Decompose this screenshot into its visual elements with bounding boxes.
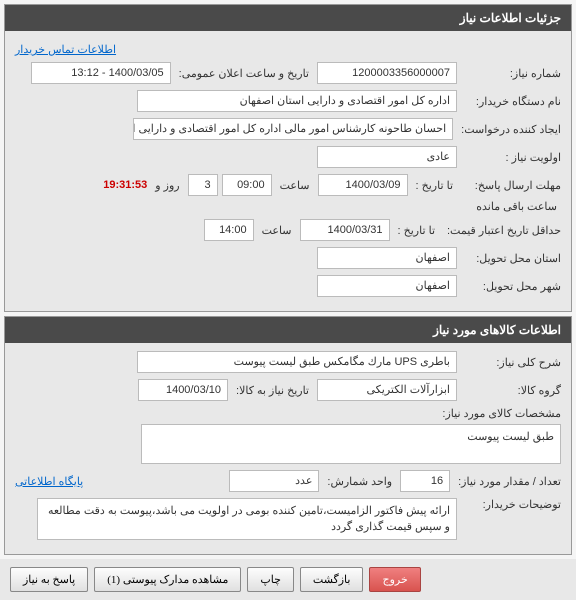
price-validity-to-label: تا تاریخ :: [394, 224, 439, 237]
qty-label: تعداد / مقدار مورد نیاز:: [454, 475, 561, 488]
delivery-city-value: اصفهان: [317, 275, 457, 297]
price-validity-label: حداقل تاریخ اعتبار قیمت:: [443, 224, 561, 237]
item-spec-label: مشخصات کالای مورد نیاز:: [438, 407, 561, 420]
item-details-panel: اطلاعات کالاهای مورد نیاز شرح کلی نیاز: …: [4, 316, 572, 555]
panel2-header: اطلاعات کالاهای مورد نیاز: [5, 317, 571, 343]
priority-value: عادی: [317, 146, 457, 168]
panel1-header: جزئیات اطلاعات نیاز: [5, 5, 571, 31]
view-attachments-button[interactable]: مشاهده مدارک پیوستی (1): [94, 567, 241, 592]
contact-buyer-link[interactable]: اطلاعات تماس خریدار: [15, 44, 116, 56]
delivery-city-label: شهر محل تحویل:: [461, 280, 561, 293]
need-number-value: 1200003356000007: [317, 62, 457, 84]
to-date-label: تا تاریخ :: [412, 179, 457, 192]
creator-label: ایجاد کننده درخواست:: [457, 123, 561, 136]
unit-label: واحد شمارش:: [323, 475, 396, 488]
countdown-timer: 19:31:53: [103, 179, 147, 191]
item-group-value: ابزارآلات الکتریکی: [317, 379, 457, 401]
item-spec-value: طبق لیست پیوست: [141, 424, 561, 464]
days-value: 3: [188, 174, 218, 196]
days-label: روز و: [151, 179, 183, 192]
qty-value: 16: [400, 470, 450, 492]
buyer-notes-value: ارائه پیش فاکتور الزامیست،تامین کننده بو…: [37, 498, 457, 540]
price-validity-date-value: 1400/03/31: [300, 219, 390, 241]
priority-label: اولویت نیاز :: [461, 151, 561, 164]
reference-db-link[interactable]: پایگاه اطلاعاتی: [15, 475, 83, 488]
unit-value: عدد: [229, 470, 319, 492]
action-bar: پاسخ به نیاز مشاهده مدارک پیوستی (1) چاپ…: [0, 559, 576, 600]
creator-value: احسان طاحونه کارشناس امور مالی اداره کل …: [133, 118, 453, 140]
panel1-body: اطلاعات تماس خریدار شماره نیاز: 12000033…: [5, 31, 571, 311]
response-date-value: 1400/03/09: [318, 174, 408, 196]
time-label-2: ساعت: [258, 224, 296, 237]
exit-button[interactable]: خروج: [369, 567, 420, 592]
response-deadline-label: مهلت ارسال پاسخ:: [461, 179, 561, 192]
respond-button[interactable]: پاسخ به نیاز: [10, 567, 88, 592]
announce-date-value: 1400/03/05 - 13:12: [31, 62, 171, 84]
remaining-label: ساعت باقی مانده: [472, 200, 561, 213]
price-validity-time-value: 14:00: [204, 219, 254, 241]
buyer-org-value: اداره کل امور اقتصادی و دارایی استان اصف…: [137, 90, 457, 112]
buyer-notes-label: توضیحات خریدار:: [461, 498, 561, 511]
item-desc-value: باطری UPS مارك مگامکس طبق لیست پیوست: [137, 351, 457, 373]
item-group-label: گروه کالا:: [461, 384, 561, 397]
response-time-value: 09:00: [222, 174, 272, 196]
panel2-body: شرح کلی نیاز: باطری UPS مارك مگامکس طبق …: [5, 343, 571, 554]
buyer-org-label: نام دستگاه خریدار:: [461, 95, 561, 108]
print-button[interactable]: چاپ: [247, 567, 294, 592]
back-button[interactable]: بازگشت: [300, 567, 364, 592]
need-details-panel: جزئیات اطلاعات نیاز اطلاعات تماس خریدار …: [4, 4, 572, 312]
need-number-label: شماره نیاز:: [461, 67, 561, 80]
need-date-value: 1400/03/10: [138, 379, 228, 401]
delivery-province-label: استان محل تحویل:: [461, 252, 561, 265]
announce-date-label: تاریخ و ساعت اعلان عمومی:: [175, 67, 313, 80]
delivery-province-value: اصفهان: [317, 247, 457, 269]
need-date-label: تاریخ نیاز به کالا:: [232, 384, 313, 397]
item-desc-label: شرح کلی نیاز:: [461, 356, 561, 369]
time-label-1: ساعت: [276, 179, 314, 192]
